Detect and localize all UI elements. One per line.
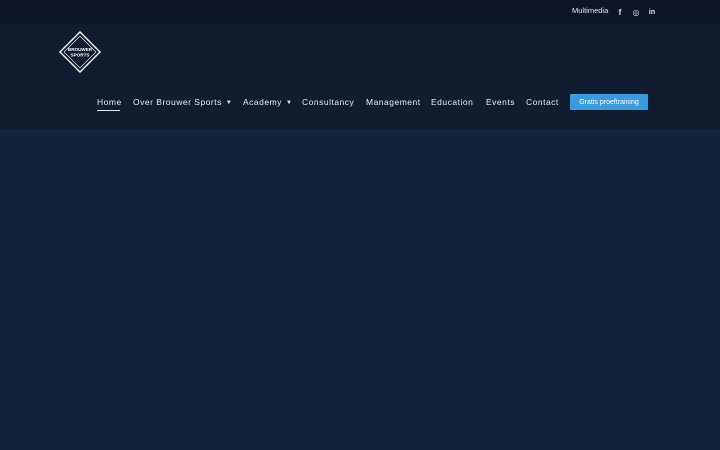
facebook-glyph: f [618, 7, 622, 17]
nav-education[interactable]: Education [431, 97, 473, 107]
nav-events[interactable]: Events [486, 97, 515, 107]
nav-home[interactable]: Home [97, 97, 122, 107]
multimedia-link[interactable]: Multimedia [572, 6, 608, 15]
nav-contact[interactable]: Contact [526, 97, 559, 107]
instagram-glyph: ◎ [632, 7, 640, 17]
nav-over-brouwer-sports[interactable]: Over Brouwer Sports ▼ [133, 97, 232, 109]
chevron-down-icon: ▼ [285, 100, 293, 106]
logo-text-line2: SPORTS [71, 53, 90, 58]
gratis-proeftraining-button[interactable]: Gratis proeftraining [570, 94, 648, 110]
site-header: BROUWER SPORTS Home Over Brouwer Sports ▼… [0, 24, 720, 129]
instagram-icon[interactable]: ◎ [629, 5, 643, 19]
nav-academy-label: Academy [243, 97, 282, 107]
facebook-icon[interactable]: f [613, 5, 627, 19]
nav-over-label: Over Brouwer Sports [133, 97, 222, 107]
nav-home-active-indicator [97, 110, 120, 111]
chevron-down-icon: ▼ [225, 100, 233, 106]
nav-management[interactable]: Management [366, 97, 421, 107]
nav-consultancy[interactable]: Consultancy [302, 97, 354, 107]
top-bar: Multimedia f ◎ in [0, 0, 720, 24]
linkedin-icon[interactable]: in [645, 5, 659, 19]
brouwer-sports-logo[interactable]: BROUWER SPORTS [58, 30, 102, 74]
nav-academy[interactable]: Academy ▼ [243, 97, 292, 109]
linkedin-glyph: in [648, 8, 656, 16]
logo-text-line1: BROUWER [68, 47, 93, 52]
hero-section [0, 129, 720, 450]
